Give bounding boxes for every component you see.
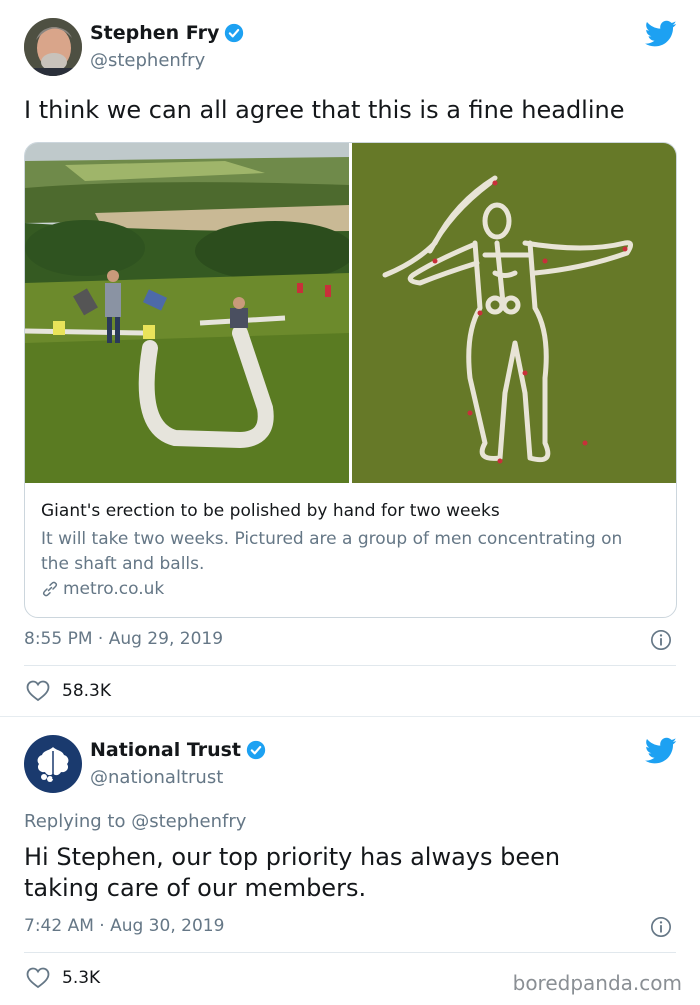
- tweet-nationaltrust: National Trust @nationaltrust Replying t…: [0, 716, 700, 1005]
- author-row: National Trust: [90, 739, 266, 761]
- tweet-text-line2: taking care of our members.: [24, 874, 367, 902]
- tweet-text-line1: Hi Stephen, our top priority has always …: [24, 843, 561, 871]
- avatar[interactable]: [24, 18, 82, 76]
- author-row: Stephen Fry: [90, 22, 244, 44]
- card-photo-hillside: [25, 143, 676, 483]
- info-icon[interactable]: [650, 916, 672, 938]
- author-name[interactable]: Stephen Fry: [90, 22, 219, 44]
- card-link[interactable]: metro.co.uk: [41, 579, 164, 599]
- twitter-bird-icon[interactable]: [645, 20, 677, 48]
- card-images: [25, 143, 676, 483]
- avatar[interactable]: [24, 735, 82, 793]
- author-name[interactable]: National Trust: [90, 739, 241, 761]
- like-row[interactable]: 58.3K: [26, 680, 111, 702]
- verified-badge-icon: [246, 740, 266, 760]
- card-description: It will take two weeks. Pictured are a g…: [41, 529, 623, 574]
- like-count: 5.3K: [62, 968, 101, 988]
- like-row[interactable]: 5.3K: [26, 967, 100, 989]
- link-card[interactable]: Giant's erection to be polished by hand …: [24, 142, 677, 618]
- replying-to[interactable]: Replying to @stephenfry: [24, 811, 246, 832]
- link-icon: [42, 581, 58, 597]
- info-icon[interactable]: [650, 629, 672, 651]
- card-link-domain: metro.co.uk: [63, 579, 165, 599]
- author-handle[interactable]: @nationaltrust: [90, 767, 223, 788]
- verified-badge-icon: [225, 23, 244, 43]
- oak-leaf-logo: [24, 735, 82, 793]
- tweet-timestamp[interactable]: 7:42 AM · Aug 30, 2019: [24, 916, 224, 936]
- author-handle[interactable]: @stephenfry: [90, 50, 205, 71]
- watermark: boredpanda.com: [512, 971, 682, 995]
- heart-icon[interactable]: [26, 967, 50, 989]
- tweet-timestamp[interactable]: 8:55 PM · Aug 29, 2019: [24, 629, 223, 649]
- divider: [24, 952, 676, 953]
- heart-icon[interactable]: [26, 680, 50, 702]
- tweet-text: I think we can all agree that this is a …: [24, 96, 625, 124]
- card-title: Giant's erection to be polished by hand …: [41, 501, 500, 521]
- twitter-bird-icon[interactable]: [645, 737, 677, 765]
- like-count: 58.3K: [62, 681, 111, 701]
- tweet-stephenfry: Stephen Fry @stephenfry I think we can a…: [0, 0, 700, 716]
- divider: [24, 665, 676, 666]
